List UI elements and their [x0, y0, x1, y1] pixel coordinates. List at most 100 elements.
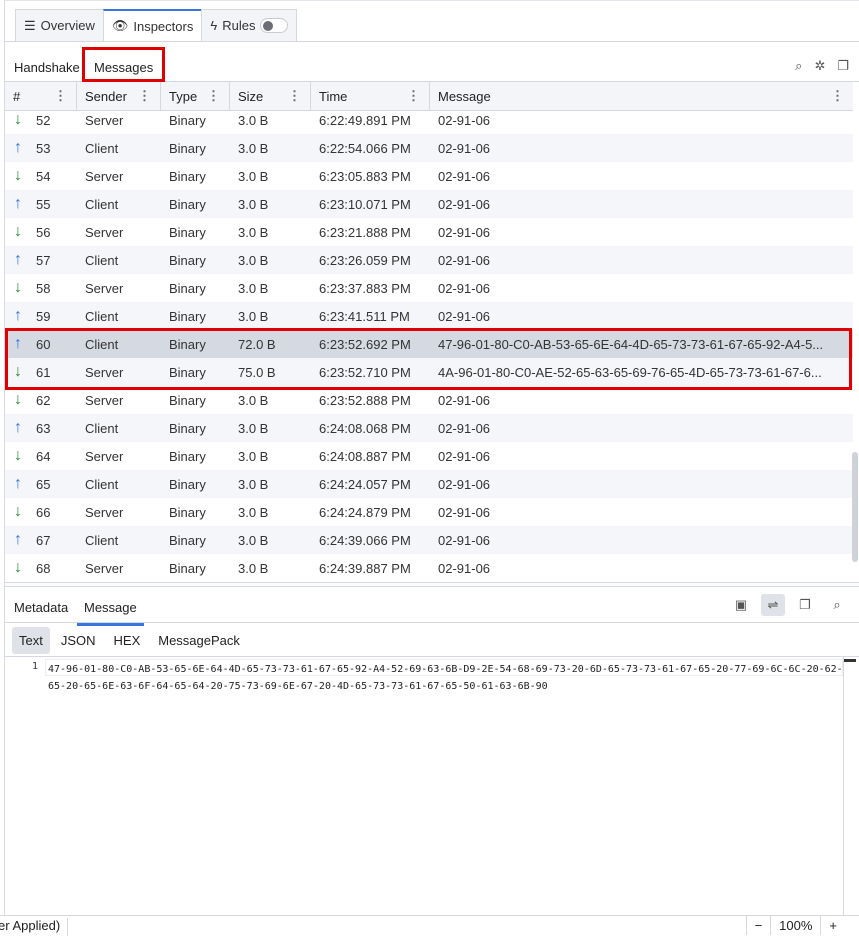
row-number-cell: ↑ 53 — [14, 139, 51, 156]
sender-cell: Server — [85, 168, 124, 184]
row-number-cell: ↑ 63 — [14, 419, 51, 436]
copy-icon[interactable]: ❐ — [837, 58, 849, 74]
table-row[interactable]: ↑ 59 Client Binary 3.0 B 6:23:41.511 PM 0… — [5, 302, 853, 330]
message-cell: 02-91-06 — [438, 420, 491, 436]
column-menu-icon[interactable]: ⋮ — [207, 88, 220, 104]
col-size[interactable]: Size ⋮ — [230, 82, 311, 110]
format-messagepack[interactable]: MessagePack — [151, 627, 247, 654]
main-tabs: ☰ Overview 👁 Inspectors ϟ Rules — [15, 9, 298, 42]
search-icon[interactable]: ⌕ — [825, 594, 849, 616]
table-row[interactable]: ↑ 57 Client Binary 3.0 B 6:23:26.059 PM 0… — [5, 246, 853, 274]
message-cell: 02-91-06 — [438, 560, 491, 576]
row-number-cell: ↓ 68 — [14, 559, 51, 576]
search-icon[interactable]: ⌕ — [795, 58, 802, 74]
arrow-up-icon: ↑ — [14, 531, 22, 548]
time-cell: 6:24:08.068 PM — [319, 420, 411, 436]
time-cell: 6:22:54.066 PM — [319, 140, 411, 156]
type-cell: Binary — [169, 112, 206, 128]
table-row[interactable]: ↓ 66 Server Binary 3.0 B 6:24:24.879 PM 0… — [5, 498, 853, 526]
table-row[interactable]: ↓ 62 Server Binary 3.0 B 6:23:52.888 PM 0… — [5, 386, 853, 414]
table-row[interactable]: ↓ 58 Server Binary 3.0 B 6:23:37.883 PM 0… — [5, 274, 853, 302]
size-cell: 3.0 B — [238, 448, 269, 464]
zoom-out-button[interactable]: − — [745, 916, 771, 935]
zoom-control: − 100% + — [745, 916, 845, 935]
tab-inspectors[interactable]: 👁 Inspectors — [102, 9, 203, 42]
line-number: 1 — [32, 661, 39, 672]
table-row[interactable]: ↓ 52 Server Binary 3.0 B 6:22:49.891 PM 0… — [5, 111, 853, 134]
rules-toggle[interactable] — [260, 18, 289, 33]
size-cell: 3.0 B — [238, 112, 269, 128]
type-cell: Binary — [169, 308, 206, 324]
type-cell: Binary — [169, 448, 206, 464]
table-row[interactable]: ↑ 63 Client Binary 3.0 B 6:24:08.068 PM 0… — [5, 414, 853, 442]
row-number-cell: ↓ 66 — [14, 503, 51, 520]
row-number-cell: ↓ 56 — [14, 223, 51, 240]
time-cell: 6:23:26.059 PM — [319, 252, 411, 268]
puzzle-icon[interactable]: ✲ — [814, 58, 825, 74]
table-row[interactable]: ↓ 68 Server Binary 3.0 B 6:24:39.887 PM 0… — [5, 554, 853, 582]
size-cell: 3.0 B — [238, 196, 269, 212]
format-json[interactable]: JSON — [54, 627, 103, 654]
tab-rules[interactable]: ϟ Rules — [201, 9, 298, 42]
col-number[interactable]: # ⋮ — [5, 82, 77, 110]
type-cell: Binary — [169, 560, 206, 576]
arrow-down-icon: ↓ — [14, 111, 22, 128]
type-cell: Binary — [169, 252, 206, 268]
col-type[interactable]: Type ⋮ — [161, 82, 230, 110]
wrap-icon[interactable]: ⇌ — [761, 594, 785, 616]
table-scrollbar[interactable] — [852, 452, 858, 562]
time-cell: 6:24:39.066 PM — [319, 532, 411, 548]
table-row[interactable]: ↑ 53 Client Binary 3.0 B 6:22:54.066 PM 0… — [5, 134, 853, 162]
table-row[interactable]: ↑ 65 Client Binary 3.0 B 6:24:24.057 PM 0… — [5, 470, 853, 498]
panel-splitter[interactable] — [5, 582, 859, 587]
message-cell: 02-91-06 — [438, 308, 491, 324]
type-cell: Binary — [169, 476, 206, 492]
column-menu-icon[interactable]: ⋮ — [407, 88, 420, 104]
format-text[interactable]: Text — [12, 626, 50, 654]
copy-icon[interactable]: ❐ — [793, 594, 817, 616]
message-cell: 02-91-06 — [438, 476, 491, 492]
time-cell: 6:24:24.879 PM — [319, 504, 411, 520]
message-cell: 02-91-06 — [438, 196, 491, 212]
message-cell: 02-91-06 — [438, 448, 491, 464]
format-hex[interactable]: HEX — [107, 627, 148, 654]
save-icon[interactable]: ▣ — [729, 594, 753, 616]
message-content[interactable]: 47-96-01-80-C0-AB-53-65-6E-64-4D-65-73-7… — [48, 661, 843, 695]
arrow-up-icon: ↑ — [14, 475, 22, 492]
sender-cell: Client — [85, 420, 119, 436]
column-menu-icon[interactable]: ⋮ — [54, 88, 67, 104]
message-cell: 02-91-06 — [438, 224, 491, 240]
col-time[interactable]: Time ⋮ — [311, 82, 430, 110]
zoom-in-button[interactable]: + — [820, 916, 845, 935]
arrow-down-icon: ↓ — [14, 223, 22, 240]
col-message[interactable]: Message ⋮ — [430, 82, 853, 110]
size-cell: 3.0 B — [238, 560, 269, 576]
arrow-up-icon: ↑ — [14, 251, 22, 268]
time-cell: 6:23:05.883 PM — [319, 168, 411, 184]
size-cell: 3.0 B — [238, 168, 269, 184]
message-cell: 02-91-06 — [438, 168, 491, 184]
editor-scrollbar[interactable] — [843, 657, 857, 915]
size-cell: 3.0 B — [238, 308, 269, 324]
column-menu-icon[interactable]: ⋮ — [138, 88, 151, 104]
highlight-box — [5, 328, 852, 390]
size-cell: 3.0 B — [238, 392, 269, 408]
table-row[interactable]: ↓ 56 Server Binary 3.0 B 6:23:21.888 PM 0… — [5, 218, 853, 246]
tab-message[interactable]: Message — [77, 600, 144, 626]
column-menu-icon[interactable]: ⋮ — [831, 88, 844, 104]
sender-cell: Client — [85, 252, 119, 268]
table-row[interactable]: ↓ 64 Server Binary 3.0 B 6:24:08.887 PM 0… — [5, 442, 853, 470]
table-row[interactable]: ↓ 54 Server Binary 3.0 B 6:23:05.883 PM 0… — [5, 162, 853, 190]
col-sender[interactable]: Sender ⋮ — [77, 82, 161, 110]
tab-metadata[interactable]: Metadata — [14, 600, 68, 615]
tab-overview[interactable]: ☰ Overview — [15, 9, 104, 42]
message-editor[interactable]: 1 47-96-01-80-C0-AB-53-65-6E-64-4D-65-73… — [5, 657, 843, 915]
column-menu-icon[interactable]: ⋮ — [288, 88, 301, 104]
time-cell: 6:22:49.891 PM — [319, 112, 411, 128]
table-row[interactable]: ↑ 67 Client Binary 3.0 B 6:24:39.066 PM 0… — [5, 526, 853, 554]
size-cell: 3.0 B — [238, 280, 269, 296]
arrow-up-icon: ↑ — [14, 419, 22, 436]
table-row[interactable]: ↑ 55 Client Binary 3.0 B 6:23:10.071 PM 0… — [5, 190, 853, 218]
subtab-handshake[interactable]: Handshake — [14, 60, 80, 75]
message-cell: 02-91-06 — [438, 112, 491, 128]
